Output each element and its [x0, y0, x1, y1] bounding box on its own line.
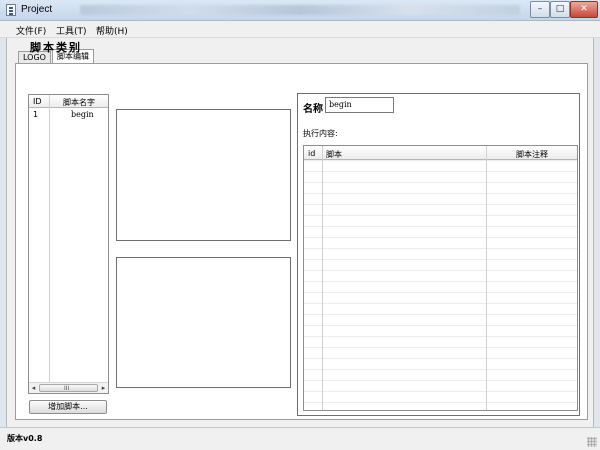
name-label: 名称	[303, 104, 323, 115]
preview-pane-top[interactable]	[116, 109, 291, 241]
category-title: 脚本类别	[30, 41, 82, 54]
grip-icon: III	[64, 385, 70, 392]
window-title: Project	[21, 4, 53, 15]
column-header-id[interactable]: id	[308, 149, 315, 158]
column-divider	[49, 95, 50, 393]
app-icon	[6, 4, 16, 16]
column-divider	[322, 146, 323, 410]
table-body[interactable]	[304, 160, 577, 410]
scroll-right-icon[interactable]: ▸	[99, 384, 108, 393]
column-divider	[486, 146, 487, 410]
horizontal-scrollbar[interactable]: ◂ III ▸	[29, 382, 108, 393]
column-header-script[interactable]: 脚本	[326, 149, 342, 160]
menu-file[interactable]: 文件(F)	[16, 24, 46, 37]
scroll-thumb[interactable]: III	[39, 384, 98, 392]
scroll-left-icon[interactable]: ◂	[29, 384, 38, 393]
status-bar: 版本v0.8	[0, 427, 600, 450]
category-list[interactable]: ID 脚本名字 1 begin ◂ III ▸	[28, 94, 109, 394]
title-path-blurred	[80, 5, 520, 15]
column-header-name[interactable]: 脚本名字	[63, 97, 95, 108]
title-bar: Project – □ ✕	[0, 0, 600, 21]
row-id: 1	[33, 110, 39, 119]
add-script-button[interactable]: 增加脚本...	[29, 400, 107, 414]
list-item[interactable]: 1 begin	[29, 109, 108, 120]
resize-grip-icon[interactable]	[587, 437, 597, 447]
row-name: begin	[71, 110, 94, 119]
minimize-button[interactable]: –	[530, 1, 550, 18]
menu-tools[interactable]: 工具(T)	[56, 24, 87, 37]
menu-bar: 文件(F) 工具(T) 帮助(H)	[0, 21, 600, 38]
column-header-note[interactable]: 脚本注释	[516, 149, 548, 160]
close-button[interactable]: ✕	[570, 1, 598, 18]
column-header-id[interactable]: ID	[33, 97, 42, 106]
name-input[interactable]: begin	[325, 97, 394, 113]
preview-pane-bottom[interactable]	[116, 257, 291, 388]
version-label: 版本v0.8	[7, 434, 43, 443]
script-table[interactable]: id 脚本 脚本注释	[303, 145, 578, 411]
menu-help[interactable]: 帮助(H)	[96, 24, 128, 37]
list-header: ID 脚本名字	[29, 95, 108, 108]
table-header: id 脚本 脚本注释	[304, 146, 577, 160]
maximize-button[interactable]: □	[550, 1, 570, 18]
exec-content-label: 执行内容:	[303, 129, 338, 138]
